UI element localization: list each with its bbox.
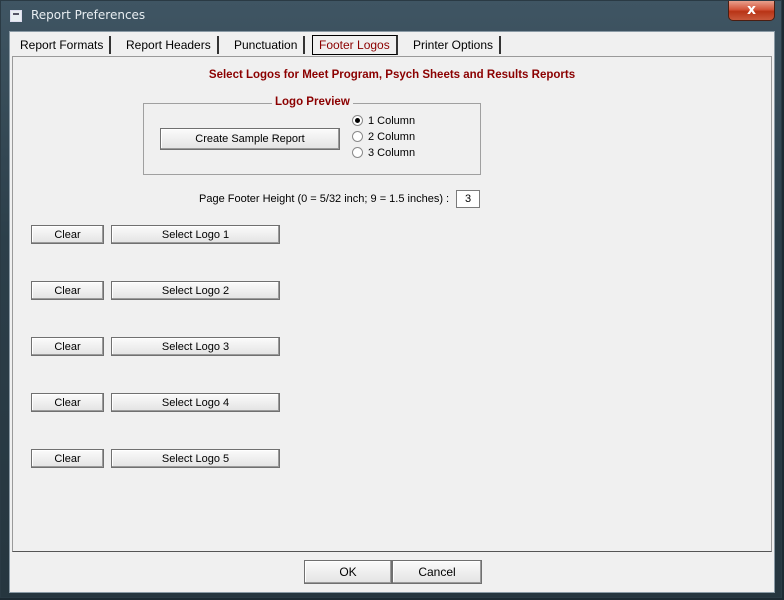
radio-button[interactable] [352,131,363,142]
radio-button[interactable] [352,115,363,126]
tab-label: Report Headers [126,38,211,52]
window-icon [10,10,22,22]
logo-preview-group: Logo Preview Create Sample Report 1 Colu… [143,96,481,175]
clear-logo-3-button[interactable]: Clear [31,337,104,356]
tab-footer-logos[interactable]: Footer Logos [312,35,398,55]
clear-logo-5-button[interactable]: Clear [31,449,104,468]
tab-label: Punctuation [234,38,298,52]
radio-label: 2 Column [368,131,416,143]
create-sample-report-button[interactable]: Create Sample Report [160,128,340,150]
select-logo-5-button[interactable]: Select Logo 5 [111,449,280,468]
radio-label: 1 Column [368,115,416,127]
dialog-client-area: Report Formats Report Headers Punctuatio… [9,31,775,593]
radio-label: 3 Column [368,147,416,159]
tab-strip: Report Formats Report Headers Punctuatio… [10,32,774,58]
page-footer-height-input[interactable] [456,190,480,208]
window-title: Report Preferences [31,8,146,22]
clear-logo-4-button[interactable]: Clear [31,393,104,412]
clear-logo-1-button[interactable]: Clear [31,225,104,244]
dialog-button-bar: OK Cancel [10,554,774,592]
radio-button[interactable] [352,147,363,158]
tab-label: Report Formats [20,38,104,52]
tab-label: Printer Options [413,38,494,52]
report-preferences-window: Report Preferences x Report Formats Repo… [0,0,782,598]
ok-button[interactable]: OK [304,560,392,584]
cancel-button[interactable]: Cancel [392,560,482,584]
clear-logo-2-button[interactable]: Clear [31,281,104,300]
tab-punctuation[interactable]: Punctuation [228,36,306,54]
section-heading: Select Logos for Meet Program, Psych She… [208,69,576,81]
tab-label: Footer Logos [319,38,390,52]
select-logo-1-button[interactable]: Select Logo 1 [111,225,280,244]
select-logo-2-button[interactable]: Select Logo 2 [111,281,280,300]
close-icon: x [746,2,757,18]
logo-preview-legend: Logo Preview [272,96,353,108]
select-logo-4-button[interactable]: Select Logo 4 [111,393,280,412]
tab-report-headers[interactable]: Report Headers [120,36,219,54]
page-footer-height-label: Page Footer Height (0 = 5/32 inch; 9 = 1… [199,193,450,205]
close-button[interactable]: x [728,1,775,21]
tab-printer-options[interactable]: Printer Options [407,36,502,54]
title-bar[interactable]: Report Preferences x [1,1,781,31]
footer-logos-panel: Select Logos for Meet Program, Psych She… [12,56,772,552]
select-logo-3-button[interactable]: Select Logo 3 [111,337,280,356]
tab-report-formats[interactable]: Report Formats [14,36,112,54]
